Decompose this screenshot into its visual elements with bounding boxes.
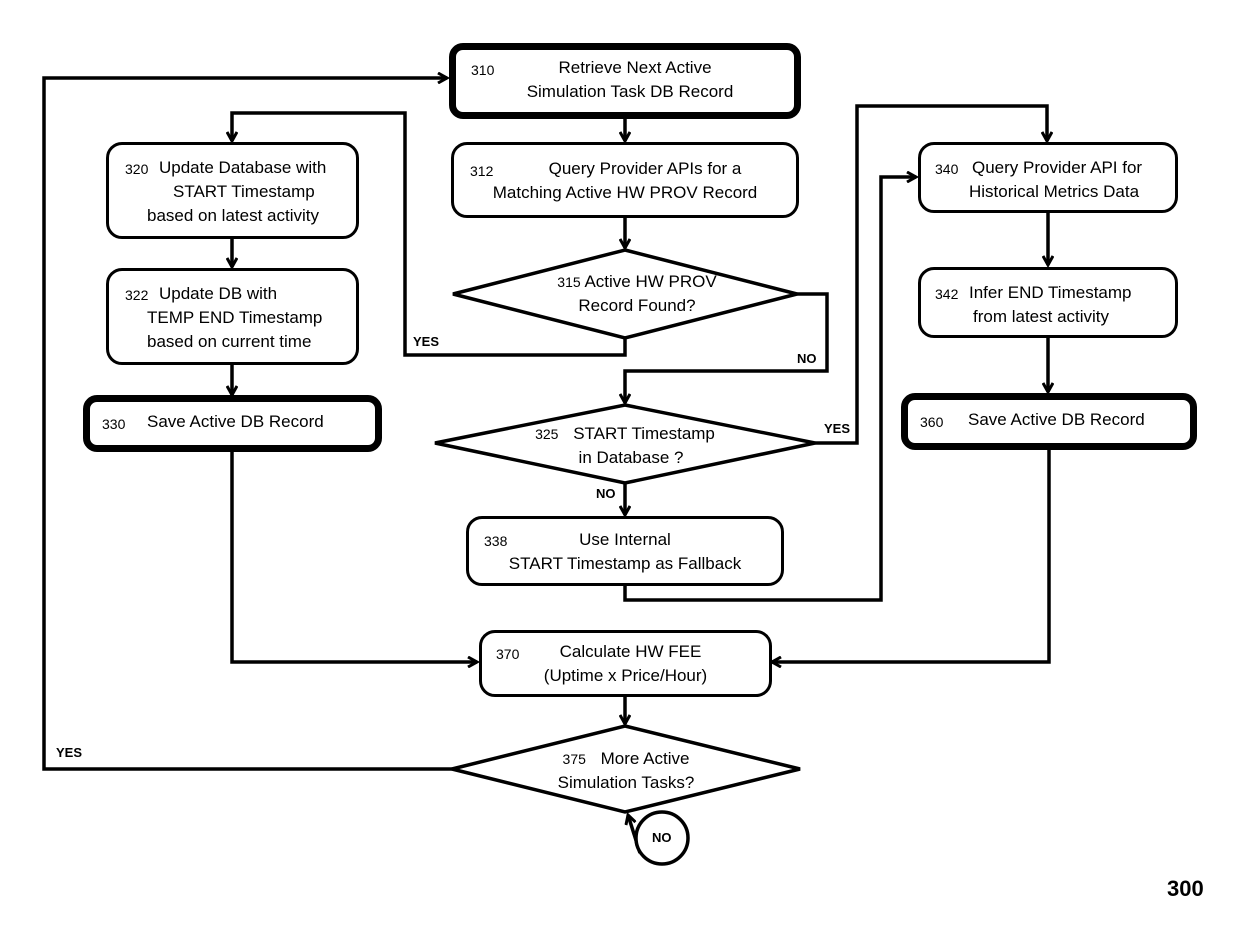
step-text-line: START Timestamp: [173, 182, 315, 201]
edge-label-325-yes: YES: [824, 421, 851, 436]
step-number: 375: [562, 751, 586, 767]
decision-text-line: 325 START Timestamp: [435, 422, 815, 446]
process-330: 330 Save Active DB Record: [83, 395, 382, 452]
decision-325: 325 START Timestamp in Database ?: [435, 420, 815, 472]
decision-text-line: in Database ?: [578, 448, 684, 467]
step-number: 340: [935, 161, 959, 177]
decision-text: Active HW PROV: [584, 272, 717, 291]
process-342: 342 Infer END Timestamp from latest acti…: [918, 267, 1178, 338]
step-text-line: Historical Metrics Data: [969, 182, 1140, 201]
step-text-line: based on current time: [147, 332, 312, 351]
edge-label-375-yes: YES: [56, 745, 83, 760]
edge-360-370: [772, 450, 1051, 662]
process-370: 370 Calculate HW FEE (Uptime x Price/Hou…: [479, 630, 772, 697]
decision-text-line: 315 Active HW PROV: [453, 270, 797, 294]
process-320: 320 Update Database with START Timestamp…: [106, 142, 359, 239]
figure-number: 300: [1167, 876, 1204, 901]
step-text-line: Matching Active HW PROV Record: [492, 183, 758, 202]
step-text-line: Update Database with: [159, 158, 327, 177]
step-number: 320: [125, 161, 149, 177]
process-312: 312 Query Provider APIs for a Matching A…: [451, 142, 799, 218]
process-360: 360 Save Active DB Record: [901, 393, 1197, 450]
step-text-line: TEMP END Timestamp: [147, 308, 323, 327]
decision-text: More Active: [600, 749, 690, 768]
decision-315: 315 Active HW PROV Record Found?: [453, 268, 797, 320]
step-text-line: Infer END Timestamp: [969, 283, 1132, 302]
edge-label-315-yes: YES: [413, 334, 440, 349]
step-text-line: from latest activity: [973, 307, 1110, 326]
step-text-line: Query Provider APIs for a: [548, 159, 742, 178]
step-text-line: Simulation Task DB Record: [526, 82, 734, 101]
step-text-line: based on latest activity: [147, 206, 319, 225]
decision-text: START Timestamp: [573, 424, 715, 443]
decision-text-line: Simulation Tasks?: [557, 773, 695, 792]
edge-label-315-no: NO: [797, 351, 817, 366]
step-text-line: Retrieve Next Active: [558, 58, 712, 77]
edge-label-325-no: NO: [596, 486, 616, 501]
step-number: 330: [102, 416, 126, 432]
step-text-line: Update DB with: [159, 284, 278, 303]
step-text-line: Save Active DB Record: [147, 412, 324, 431]
process-310: 310 Retrieve Next Active Simulation Task…: [449, 43, 801, 119]
process-338: 338 Use Internal START Timestamp as Fall…: [466, 516, 784, 586]
decision-text-line: 375 More Active: [452, 747, 800, 771]
step-text-line: Use Internal: [579, 530, 671, 549]
decision-text-line: Record Found?: [578, 296, 696, 315]
edge-330-370: [230, 451, 477, 662]
step-text-line: Calculate HW FEE: [559, 642, 702, 661]
step-number: 342: [935, 286, 959, 302]
step-text-line: (Uptime x Price/Hour): [543, 666, 708, 685]
step-number: 322: [125, 287, 149, 303]
step-number: 360: [920, 414, 944, 430]
step-text-line: Query Provider API for: [972, 158, 1143, 177]
end-terminator-label: NO: [652, 830, 672, 845]
step-number: 315: [557, 274, 581, 290]
process-340: 340 Query Provider API for Historical Me…: [918, 142, 1178, 213]
step-text-line: START Timestamp as Fallback: [508, 554, 742, 573]
step-text-line: Save Active DB Record: [968, 410, 1145, 429]
decision-375: 375 More Active Simulation Tasks?: [452, 745, 800, 797]
process-322: 322 Update DB with TEMP END Timestamp ba…: [106, 268, 359, 365]
step-number: 325: [535, 426, 559, 442]
